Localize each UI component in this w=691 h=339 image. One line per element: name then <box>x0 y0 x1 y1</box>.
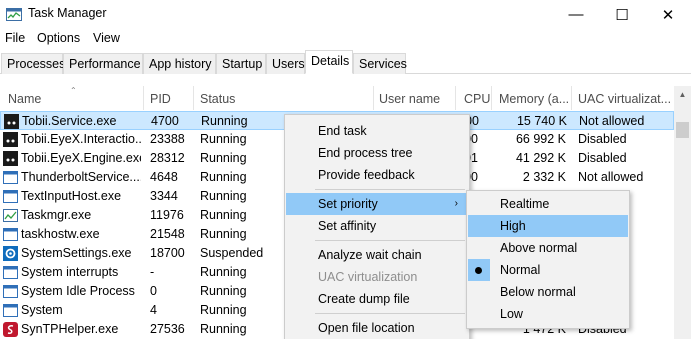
cell-pid: 0 <box>150 284 157 298</box>
cell-pid: - <box>150 265 155 279</box>
window-icon <box>3 284 18 299</box>
table-header: Name PID Status User name CPU Memory (a.… <box>0 86 691 110</box>
menu-separator <box>315 313 465 314</box>
menu-item-end-process-tree[interactable]: End process tree <box>286 142 468 164</box>
cell-uac: Not allowed <box>579 114 645 128</box>
menu-bar: File Options View <box>0 29 691 49</box>
menu-item-create-dump-file[interactable]: Create dump file <box>286 288 468 310</box>
vertical-scrollbar[interactable]: ▲ <box>674 86 691 339</box>
menu-separator <box>315 240 465 241</box>
tab-startup[interactable]: Startup <box>216 53 266 74</box>
cell-name: Tobii.Service.exe <box>22 114 117 128</box>
cell-uac: Disabled <box>578 151 627 165</box>
menu-item-analyze-wait-chain[interactable]: Analyze wait chain <box>286 244 468 266</box>
menu-item-open-file-location[interactable]: Open file location <box>286 317 468 339</box>
window-icon <box>3 227 18 242</box>
menu-options[interactable]: Options <box>37 31 80 45</box>
cell-pid: 4648 <box>150 170 178 184</box>
minimize-button[interactable]: — <box>553 0 599 29</box>
menu-view[interactable]: View <box>93 31 120 45</box>
cell-name: System Idle Process <box>21 284 135 298</box>
cell-pid: 3344 <box>150 189 178 203</box>
task-manager-icon <box>6 8 22 21</box>
priority-normal-label: Normal <box>500 263 541 277</box>
cell-uac: Not allowed <box>578 170 644 184</box>
cell-memory: 41 292 K <box>515 151 566 165</box>
priority-above-normal[interactable]: Above normal <box>468 237 628 259</box>
priority-below-normal[interactable]: Below normal <box>468 281 628 303</box>
cell-pid: 18700 <box>150 246 185 260</box>
column-header-uac[interactable]: UAC virtualizat... <box>572 86 674 110</box>
cell-uac: Disabled <box>578 132 627 146</box>
cell-name: Tobii.EyeX.Engine.exe <box>21 151 141 165</box>
chevron-right-icon: › <box>454 198 458 209</box>
tab-details[interactable]: Details <box>305 50 353 74</box>
menu-item-uac-virtualization: UAC virtualization <box>318 270 418 284</box>
priority-low[interactable]: Low <box>468 303 628 325</box>
cell-pid: 11976 <box>150 208 184 222</box>
priority-high[interactable]: High <box>468 215 628 237</box>
cell-pid: 21548 <box>150 227 185 241</box>
cell-memory: 66 992 K <box>515 132 566 146</box>
priority-submenu: Realtime High Above normal Normal Below … <box>466 190 630 329</box>
cell-name: TextInputHost.exe <box>21 189 122 203</box>
cell-name: SynTPHelper.exe <box>21 322 119 336</box>
menu-separator <box>315 189 465 190</box>
cell-name: Taskmgr.exe <box>21 208 92 222</box>
tab-services[interactable]: Services <box>353 53 407 74</box>
cell-name: System <box>21 303 63 317</box>
scroll-thumb[interactable] <box>676 122 689 138</box>
tab-performance[interactable]: Performance <box>63 53 143 74</box>
synaptics-icon <box>3 322 18 337</box>
gear-icon <box>3 246 18 261</box>
priority-normal[interactable]: Normal <box>468 259 628 281</box>
tab-users[interactable]: Users <box>266 53 305 74</box>
cell-name: taskhostw.exe <box>21 227 100 241</box>
tobii-icon <box>3 132 18 147</box>
column-header-memory[interactable]: Memory (a... <box>492 86 572 110</box>
close-button[interactable]: ✕ <box>645 0 691 29</box>
column-header-cpu[interactable]: CPU <box>456 86 492 110</box>
priority-realtime[interactable]: Realtime <box>468 193 628 215</box>
column-header-name[interactable]: Name <box>0 86 144 110</box>
window-icon <box>3 303 18 318</box>
menu-item-end-task[interactable]: End task <box>286 120 468 142</box>
menu-item-provide-feedback[interactable]: Provide feedback <box>286 164 468 186</box>
cell-pid: 4 <box>150 303 157 317</box>
cell-pid: 23388 <box>150 132 185 146</box>
window-icon <box>3 170 18 185</box>
title-bar: Task Manager — ☐ ✕ <box>0 0 691 29</box>
menu-item-set-affinity[interactable]: Set affinity <box>286 215 468 237</box>
menu-file[interactable]: File <box>5 31 25 45</box>
tab-processes[interactable]: Processes <box>1 53 65 74</box>
window-icon <box>3 189 18 204</box>
column-header-pid[interactable]: PID <box>144 86 194 110</box>
maximize-button[interactable]: ☐ <box>599 0 645 29</box>
radio-check-box <box>468 259 490 281</box>
tobii-icon <box>4 114 19 129</box>
tobii-icon <box>3 151 18 166</box>
window-title: Task Manager <box>28 6 107 20</box>
cell-pid: 4700 <box>151 114 179 128</box>
context-menu: End task End process tree Provide feedba… <box>284 114 470 339</box>
cell-name: Tobii.EyeX.Interactio... <box>21 132 141 146</box>
taskmgr-icon <box>3 208 18 223</box>
cell-pid: 27536 <box>150 322 185 336</box>
cell-name: ThunderboltService.... <box>21 170 141 184</box>
cell-pid: 28312 <box>150 151 185 165</box>
column-header-status[interactable]: Status <box>194 86 374 110</box>
menu-item-set-priority[interactable]: Set priority › <box>286 193 468 215</box>
window-icon <box>3 265 18 280</box>
radio-dot-icon <box>475 267 482 274</box>
cell-name: System interrupts <box>21 265 119 279</box>
cell-name: SystemSettings.exe <box>21 246 132 260</box>
tab-app-history[interactable]: App history <box>143 53 216 74</box>
menu-item-set-priority-label: Set priority <box>318 197 378 211</box>
cell-memory: 15 740 K <box>516 114 567 128</box>
cell-memory: 2 332 K <box>522 170 566 184</box>
column-header-user-name[interactable]: User name <box>374 86 456 110</box>
scroll-up-arrow-icon[interactable]: ▲ <box>674 86 691 103</box>
